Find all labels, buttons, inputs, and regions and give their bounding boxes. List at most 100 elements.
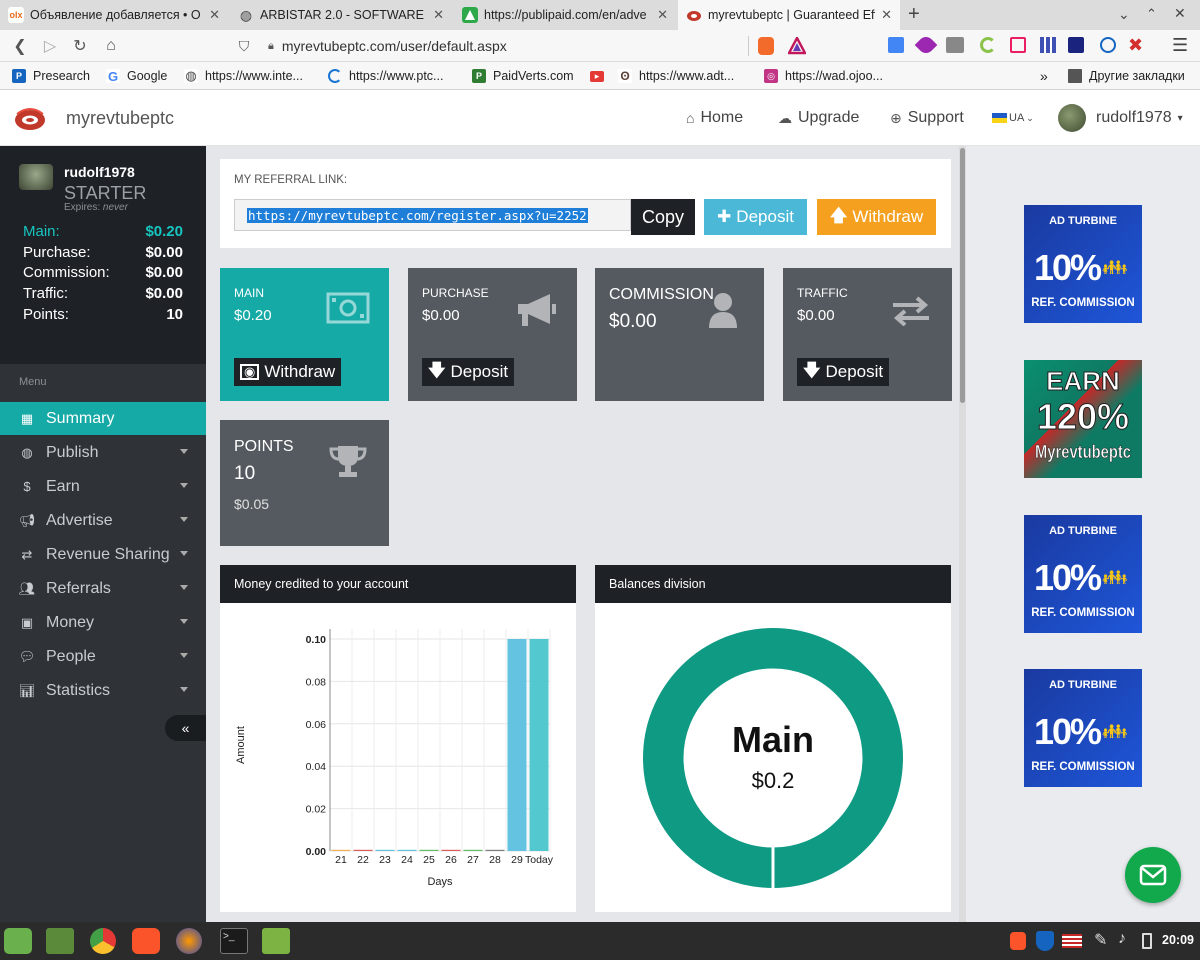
extension-icon[interactable] — [1068, 37, 1084, 53]
home-icon[interactable]: ⌂ — [100, 30, 122, 62]
bookmark-item[interactable]: ʘ https://www.adt... — [618, 62, 734, 90]
chevron-down-icon: ⌄ — [1026, 112, 1034, 123]
extension-icon[interactable] — [980, 37, 996, 53]
stat-value: 10 — [234, 463, 256, 484]
stat-card-purchase: PURCHASE $0.00 🡇 Deposit — [408, 268, 577, 401]
ad-banner[interactable]: AD TURBINE 10% 👪︎ REF. COMMISSION — [1024, 515, 1142, 633]
main-withdraw-button[interactable]: ◉ Withdraw — [234, 358, 342, 386]
menu-item-summary[interactable]: ▦ Summary — [0, 402, 206, 435]
menu-item-publish[interactable]: ◍ Publish — [0, 436, 206, 469]
address-bar[interactable]: 🔒︎ myrevtubeptc.com/user/default.aspx — [268, 34, 748, 58]
exchange-icon: ⇄ — [21, 546, 33, 562]
bookmark-icon[interactable]: ⛉ — [234, 30, 254, 62]
brave-shield-icon[interactable] — [758, 37, 774, 55]
bar — [441, 849, 461, 851]
comments-icon: 💬︎ — [18, 648, 36, 664]
browser-tab-active[interactable]: myrevtubeptc | Guaranteed Eff ✕ — [678, 0, 900, 30]
menu-item-revenue-sharing[interactable]: ⇄ Revenue Sharing — [0, 538, 206, 571]
back-icon[interactable]: ❮ — [10, 30, 30, 62]
ad-banner[interactable]: AD TURBINE 10% 👪︎ REF. COMMISSION — [1024, 669, 1142, 787]
menu-item-people[interactable]: 💬︎ People — [0, 640, 206, 673]
menu-item-statistics[interactable]: 📊︎ Statistics — [0, 674, 206, 707]
other-bookmarks[interactable]: Другие закладки — [1068, 62, 1185, 90]
shield-icon[interactable] — [1036, 931, 1054, 951]
bookmark-item[interactable]: https://www.ptc... — [328, 62, 443, 90]
purchase-deposit-button[interactable]: 🡇 Deposit — [422, 358, 515, 386]
nav-upgrade[interactable]: ☁ Upgrade — [778, 90, 859, 146]
brave-rewards-icon[interactable] — [787, 35, 807, 58]
extension-icon[interactable] — [1100, 37, 1116, 53]
menu-item-earn[interactable]: $ Earn — [0, 470, 206, 503]
message-fab-button[interactable] — [1125, 847, 1181, 903]
ad-banner[interactable]: EARN 120% Myrevtubeptc — [1024, 360, 1142, 478]
menu-item-money[interactable]: ▣ Money — [0, 606, 206, 639]
bookmark-item[interactable]: ◎ https://wad.ojoo... — [764, 62, 883, 90]
forward-icon[interactable]: ▷ — [40, 30, 60, 62]
referral-link-input[interactable]: https://myrevtubeptc.com/register.aspx?u… — [234, 199, 631, 231]
menu-icon[interactable]: ☰ — [1172, 35, 1188, 56]
close-window-icon[interactable]: ✕ — [1174, 5, 1186, 22]
withdraw-button[interactable]: 🡅 Withdraw — [817, 199, 936, 235]
show-desktop-icon[interactable] — [46, 928, 74, 954]
extension-icon[interactable] — [946, 37, 964, 53]
extension-icon[interactable] — [1040, 37, 1056, 53]
nav-home[interactable]: ⌂ Home — [686, 90, 743, 146]
pen-icon[interactable]: ✎ — [1094, 930, 1107, 950]
terminal-icon[interactable]: >_ — [220, 928, 248, 954]
close-tab-icon[interactable]: ✕ — [209, 7, 220, 23]
scrollbar-thumb[interactable] — [960, 148, 965, 403]
close-tab-icon[interactable]: ✕ — [433, 7, 444, 23]
users-icon: 👥︎ — [18, 580, 36, 596]
language-selector[interactable]: UA ⌄ — [992, 90, 1034, 146]
deposit-button[interactable]: ✚ Deposit — [704, 199, 807, 235]
new-tab-icon[interactable]: + — [908, 3, 920, 26]
restore-icon[interactable]: ⌃ — [1146, 6, 1157, 22]
brand-name[interactable]: myrevtubeptc — [66, 108, 174, 129]
sidebar-collapse-button[interactable]: « — [165, 715, 206, 741]
brave-tray-icon[interactable] — [1010, 932, 1026, 950]
y-tick-label: 0.04 — [306, 761, 327, 773]
globe-icon: ◍ — [21, 444, 33, 460]
google-icon: G — [106, 68, 120, 84]
caret-down-icon — [180, 687, 188, 692]
bookmark-item[interactable]: P Presearch — [12, 62, 90, 90]
menu-item-referrals[interactable]: 👥︎ Referrals — [0, 572, 206, 605]
bookmarks-overflow[interactable]: » — [1040, 62, 1048, 90]
music-note-icon[interactable]: ♪ — [1118, 930, 1126, 948]
user-menu[interactable]: rudolf1978 ▾ — [1058, 90, 1183, 146]
traffic-deposit-button[interactable]: 🡇 Deposit — [797, 358, 890, 386]
browser-tab[interactable]: ◍ ARBISTAR 2.0 - SOFTWARE DE ✕ — [230, 0, 452, 30]
minimize-icon[interactable]: ⌄ — [1118, 6, 1130, 23]
reload-icon[interactable]: ↻ — [70, 30, 90, 62]
menu-item-advertise[interactable]: 📢︎ Advertise — [0, 504, 206, 537]
instagram-icon: ◎ — [764, 69, 778, 83]
nav-support[interactable]: ⊕ Support — [890, 90, 964, 146]
extension-icon[interactable]: ✖ — [1128, 35, 1143, 56]
copy-button[interactable]: Copy — [631, 199, 695, 235]
bookmark-item[interactable]: ▸ — [590, 62, 611, 90]
stat-label: TRAFFIC — [797, 286, 848, 300]
close-tab-icon[interactable]: ✕ — [657, 7, 668, 23]
page-scrollbar[interactable] — [959, 146, 966, 922]
home-icon: ⌂ — [686, 110, 695, 126]
battery-icon[interactable] — [1142, 933, 1152, 949]
extension-icon[interactable] — [1010, 37, 1026, 53]
brave-icon[interactable] — [132, 928, 160, 954]
close-tab-icon[interactable]: ✕ — [881, 7, 892, 23]
us-flag-icon[interactable] — [1062, 934, 1082, 948]
extension-icon[interactable] — [914, 33, 938, 57]
brand-logo[interactable] — [14, 104, 46, 135]
bookmark-item[interactable]: G Google — [106, 62, 167, 90]
chrome-icon[interactable] — [90, 928, 116, 954]
browser-tab[interactable]: https://publipaid.com/en/adve ✕ — [454, 0, 676, 30]
mint-menu-icon[interactable] — [4, 928, 32, 954]
arrow-down-icon: 🡇 — [428, 360, 446, 380]
browser-tab[interactable]: olx Объявление добавляется • O ✕ — [0, 0, 228, 30]
ad-banner[interactable]: AD TURBINE 10% 👪︎ REF. COMMISSION — [1024, 205, 1142, 323]
bookmark-item[interactable]: P PaidVerts.com — [472, 62, 574, 90]
firefox-icon[interactable] — [176, 928, 202, 954]
translate-icon[interactable] — [888, 37, 904, 53]
files-icon[interactable] — [262, 928, 290, 954]
membership-expiry: Expires: never — [64, 202, 128, 213]
bookmark-item[interactable]: ◍ https://www.inte... — [184, 62, 303, 90]
